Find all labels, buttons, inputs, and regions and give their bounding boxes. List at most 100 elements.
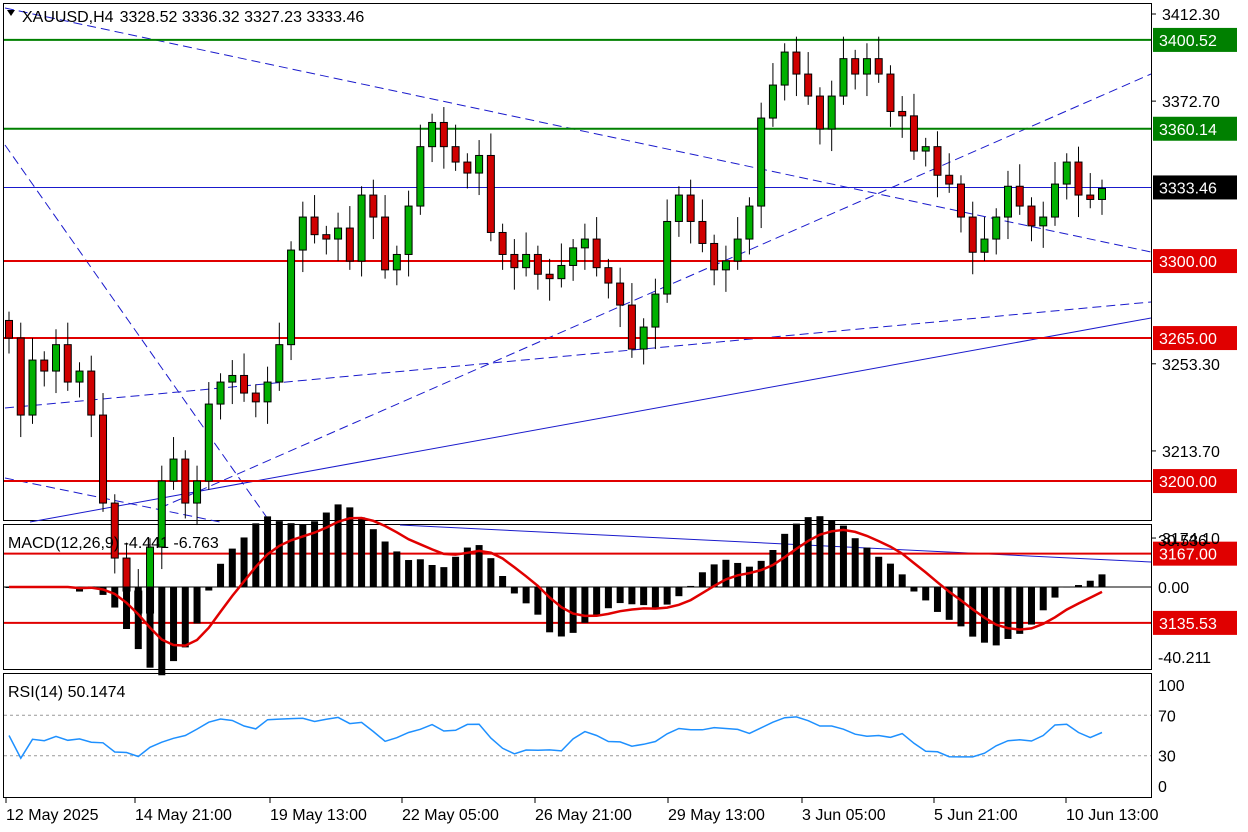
candle-body — [1062, 161, 1071, 185]
macd-bar — [440, 567, 448, 587]
candle-body — [627, 304, 636, 350]
macd-bar — [1039, 587, 1047, 611]
candle-body — [804, 73, 813, 97]
macd-bar — [581, 587, 589, 623]
candle-body — [228, 374, 237, 383]
macd-bar — [369, 529, 377, 587]
price-tick-label: 3372.70 — [1162, 94, 1220, 111]
candle-body — [63, 344, 72, 383]
candle-body — [345, 227, 354, 262]
macd-bar — [863, 547, 871, 587]
candle-body — [898, 110, 907, 117]
candle-body — [733, 238, 742, 262]
macd-bar — [1098, 574, 1106, 587]
macd-bar — [217, 563, 225, 587]
time-tick-label: 14 May 21:00 — [135, 807, 232, 824]
candle-body — [1027, 205, 1036, 227]
macd-bar — [452, 556, 460, 587]
candle-body — [945, 174, 954, 185]
price-tick-label: 3253.30 — [1162, 357, 1220, 374]
macd-bar — [698, 572, 706, 587]
candle-body — [792, 51, 801, 75]
macd-bar — [616, 587, 624, 604]
macd-bar — [275, 521, 283, 587]
macd-bar — [675, 587, 683, 597]
candle-body — [28, 359, 37, 416]
candle-body — [992, 216, 1001, 240]
candle-body — [533, 253, 542, 275]
macd-bar — [158, 587, 166, 676]
macd-tick-label: 0.00 — [1158, 580, 1189, 597]
candle-body — [369, 194, 378, 218]
macd-bar — [769, 549, 777, 587]
macd-bar — [1016, 587, 1024, 634]
macd-bar — [487, 558, 495, 587]
rsi-tick-label: 70 — [1158, 708, 1176, 725]
time-tick-label: 10 Jun 13:00 — [1066, 807, 1159, 824]
time-tick-label: 3 Jun 05:00 — [802, 807, 886, 824]
macd-bar — [1086, 580, 1094, 587]
macd-bar — [687, 585, 695, 587]
candle-body — [757, 117, 766, 207]
macd-bar — [898, 574, 906, 587]
macd-bar — [593, 587, 601, 616]
candle-body — [604, 267, 613, 284]
candle-body — [651, 293, 660, 328]
candle-body — [1074, 161, 1083, 196]
rsi-tick-label: 100 — [1158, 678, 1185, 695]
macd-bar — [287, 523, 295, 587]
macd-title: MACD(12,26,9) -4.441 -6.763 — [8, 535, 219, 552]
macd-tick-label: 30.536 — [1158, 533, 1207, 550]
macd-bar — [933, 587, 941, 612]
candle-body — [698, 220, 707, 244]
candle-body — [498, 231, 507, 255]
candle-body — [275, 344, 284, 383]
candle-body — [968, 216, 977, 253]
candle-body — [251, 392, 260, 403]
time-tick-label: 29 May 13:00 — [668, 807, 765, 824]
macd-bar — [299, 524, 307, 587]
candle-body — [639, 326, 648, 350]
candle-body — [780, 51, 789, 86]
macd-bar — [1004, 587, 1012, 639]
macd-bar — [1074, 585, 1082, 587]
macd-bar — [252, 523, 260, 587]
candle-body — [874, 58, 883, 75]
candle-body — [40, 359, 49, 372]
candle-body — [486, 154, 495, 233]
candle-body — [674, 194, 683, 222]
time-tick-label: 5 Jun 21:00 — [934, 807, 1018, 824]
macd-bar — [781, 533, 789, 587]
macd-bar — [604, 587, 612, 609]
level-tag-label-3400.52: 3400.52 — [1159, 33, 1217, 50]
xauusd-h4-chart[interactable]: 3400.52 3360.14 3333.46 3300.00 3265.00 3200.… — [0, 0, 1248, 832]
candle-body — [1015, 185, 1024, 207]
candle-body — [428, 121, 437, 148]
macd-bar — [405, 560, 413, 587]
candle-body — [381, 216, 390, 271]
candle-body — [569, 247, 578, 266]
candle-body — [839, 58, 848, 97]
candle-body — [475, 154, 484, 174]
candle-body — [16, 337, 25, 416]
candle-body — [956, 183, 965, 218]
candle-body — [710, 242, 719, 271]
macd-bar — [428, 564, 436, 587]
candle-body — [322, 234, 331, 240]
level-tag-label-3333.46: 3333.46 — [1159, 180, 1217, 197]
candle-body — [99, 414, 108, 504]
macd-bar — [1051, 587, 1059, 598]
macd-bar — [381, 541, 389, 587]
macd-bar — [228, 548, 236, 587]
candle-body — [75, 370, 84, 383]
macd-bar — [839, 525, 847, 587]
candle-body — [1098, 187, 1106, 200]
macd-bar — [651, 587, 659, 610]
candle-body — [1003, 185, 1012, 218]
macd-bar — [628, 587, 636, 605]
candle-body — [580, 238, 589, 249]
macd-bar — [557, 587, 565, 637]
candle-body — [1039, 216, 1048, 227]
candle-body — [439, 121, 448, 148]
macd-bar — [123, 587, 131, 630]
